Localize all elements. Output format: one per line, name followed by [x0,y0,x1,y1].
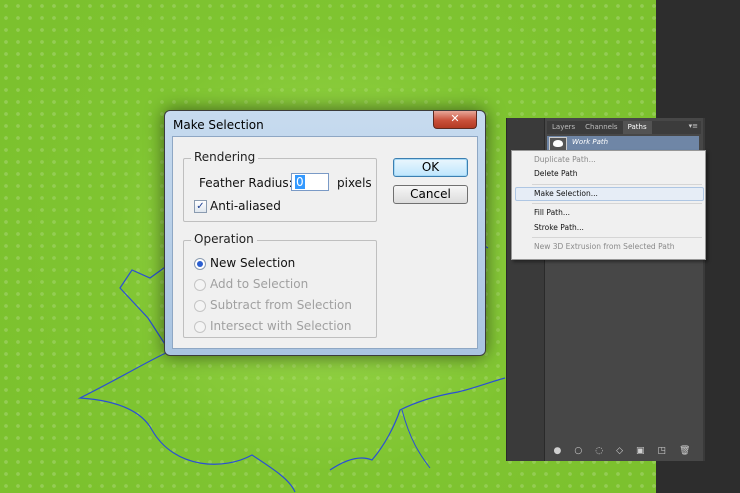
dialog-body: Rendering Feather Radius: 0 pixels ✓ Ant… [172,136,478,349]
panel-menu-icon[interactable]: ▾≡ [686,121,701,134]
add-mask-icon[interactable]: ▣ [636,446,645,456]
menu-item-fill-path[interactable]: Fill Path... [534,207,570,219]
dialog-title: Make Selection [173,118,264,132]
tab-channels[interactable]: Channels [580,121,622,134]
menu-item-stroke-path[interactable]: Stroke Path... [534,222,584,234]
ok-button[interactable]: OK [393,158,468,177]
add-to-selection-label: Add to Selection [210,277,309,291]
tab-paths[interactable]: Paths [622,121,652,134]
pixels-unit-label: pixels [337,176,372,190]
path-thumbnail-icon [549,137,567,151]
antialiased-label: Anti-aliased [210,199,281,213]
menu-item-delete-path[interactable]: Delete Path [534,168,578,180]
rendering-legend: Rendering [191,150,259,164]
new-path-icon[interactable]: ◳ [658,446,667,456]
new-selection-label: New Selection [210,256,296,270]
antialiased-checkbox[interactable]: ✓ [194,200,207,213]
panel-tabs: Layers Channels Paths ▾≡ [547,121,701,134]
feather-radius-value: 0 [295,175,305,189]
intersect-with-selection-radio[interactable] [194,321,206,333]
menu-item-make-selection[interactable]: Make Selection... [534,188,598,200]
menu-item-duplicate-path[interactable]: Duplicate Path... [534,154,596,166]
subtract-from-selection-label: Subtract from Selection [210,298,352,312]
subtract-from-selection-radio[interactable] [194,300,206,312]
delete-path-icon[interactable]: 🗑 [679,446,690,456]
tab-layers[interactable]: Layers [547,121,580,134]
menu-separator [532,203,702,204]
close-button[interactable]: ✕ [433,111,477,129]
close-icon: ✕ [450,112,460,125]
cancel-button[interactable]: Cancel [393,185,468,204]
feather-radius-label: Feather Radius: [199,176,293,190]
make-work-path-icon[interactable]: ◇ [616,446,623,456]
menu-separator [532,184,702,185]
load-selection-icon[interactable]: ◌ [595,446,603,456]
operation-legend: Operation [191,232,257,246]
menu-item-3d-extrusion[interactable]: New 3D Extrusion from Selected Path [534,241,675,253]
operation-group: Operation New Selection Add to Selection… [183,232,377,338]
add-to-selection-radio[interactable] [194,279,206,291]
rendering-group: Rendering Feather Radius: 0 pixels ✓ Ant… [183,150,377,222]
intersect-with-selection-label: Intersect with Selection [210,319,352,333]
make-selection-dialog: Make Selection ✕ Rendering Feather Radiu… [164,110,486,356]
feather-radius-input[interactable]: 0 [291,173,329,191]
panel-bottom-toolbar: ● ○ ◌ ◇ ▣ ◳ 🗑 [547,445,697,457]
new-selection-radio[interactable] [194,258,206,270]
path-context-menu: Duplicate Path... Delete Path Make Selec… [511,150,706,260]
path-name-label: Work Path [572,138,609,146]
stroke-path-icon[interactable]: ○ [574,446,582,456]
fill-path-icon[interactable]: ● [554,446,562,456]
menu-separator [532,237,702,238]
